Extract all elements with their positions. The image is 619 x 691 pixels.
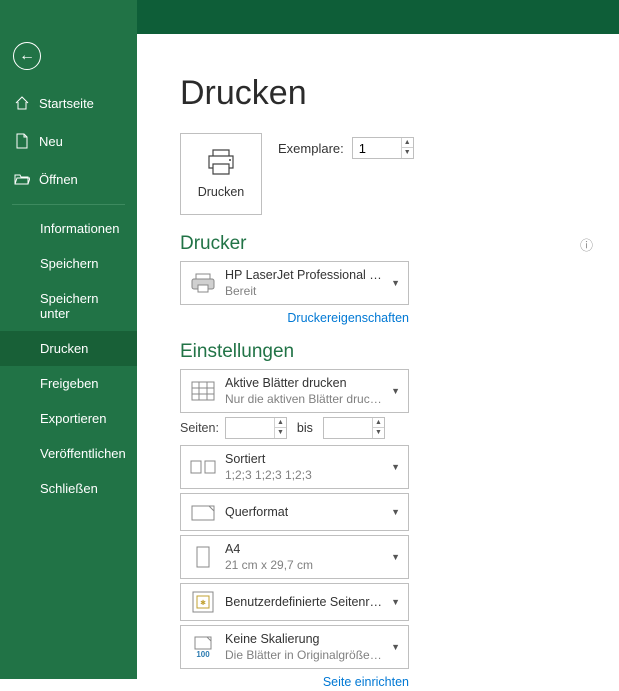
- orientation-selector[interactable]: Querformat ▼: [180, 493, 409, 531]
- spinner-down-icon[interactable]: ▼: [373, 428, 384, 438]
- nav-publish[interactable]: Veröffentlichen: [0, 436, 137, 471]
- printer-device-icon: [189, 271, 217, 295]
- chevron-down-icon: ▼: [391, 386, 400, 396]
- print-button-label: Drucken: [198, 185, 245, 199]
- chevron-down-icon: ▼: [391, 507, 400, 517]
- nav-label: Schließen: [40, 481, 98, 496]
- chevron-down-icon: ▼: [391, 597, 400, 607]
- copies-control: Exemplare: ▲ ▼: [278, 137, 414, 159]
- copies-label: Exemplare:: [278, 141, 344, 156]
- spinner-up-icon[interactable]: ▲: [402, 138, 413, 148]
- scaling-title: Keine Skalierung: [225, 632, 385, 646]
- svg-text:✱: ✱: [200, 599, 206, 607]
- nav-home[interactable]: Startseite: [0, 84, 137, 122]
- folder-open-icon: [13, 170, 31, 188]
- printer-status: Bereit: [225, 284, 385, 298]
- page-title: Drucken: [180, 74, 599, 113]
- scaling-badge: 100: [196, 650, 209, 659]
- chevron-down-icon: ▼: [391, 462, 400, 472]
- paper-title: A4: [225, 542, 385, 556]
- nav-label: Freigeben: [40, 376, 99, 391]
- pages-label: Seiten:: [180, 421, 219, 435]
- nav-list: Startseite Neu Öffnen Informationen Spei…: [0, 84, 137, 506]
- nav-open[interactable]: Öffnen: [0, 160, 137, 198]
- print-area-sub: Nur die aktiven Blätter druc…: [225, 392, 385, 406]
- settings-heading: Einstellungen: [180, 341, 599, 363]
- paper-sub: 21 cm x 29,7 cm: [225, 558, 385, 572]
- printer-properties-link[interactable]: Druckereigenschaften: [287, 311, 409, 325]
- scaling-selector[interactable]: 100 Keine Skalierung Die Blätter in Orig…: [180, 625, 409, 669]
- print-area-title: Aktive Blätter drucken: [225, 376, 385, 390]
- spinner-up-icon[interactable]: ▲: [275, 418, 286, 428]
- margins-icon: ✱: [189, 590, 217, 614]
- pages-to-spinner[interactable]: ▲ ▼: [323, 417, 385, 439]
- nav-label: Drucken: [40, 341, 88, 356]
- sheets-icon: [189, 379, 217, 403]
- nav-label: Öffnen: [39, 172, 78, 187]
- nav-info[interactable]: Informationen: [0, 211, 137, 246]
- print-area-selector[interactable]: Aktive Blätter drucken Nur die aktiven B…: [180, 369, 409, 413]
- pages-range: Seiten: ▲ ▼ bis ▲ ▼: [180, 417, 409, 439]
- chevron-down-icon: ▼: [391, 642, 400, 652]
- nav-label: Veröffentlichen: [40, 446, 126, 461]
- page-icon: [189, 545, 217, 569]
- printer-icon: [205, 149, 237, 175]
- scaling-icon: 100: [189, 635, 217, 659]
- nav-export[interactable]: Exportieren: [0, 401, 137, 436]
- sidebar: ← Startseite Neu Öffnen Informationen Sp…: [0, 0, 137, 679]
- margins-selector[interactable]: ✱ Benutzerdefinierte Seitenrän… ▼: [180, 583, 409, 621]
- nav-close[interactable]: Schließen: [0, 471, 137, 506]
- scaling-sub: Die Blätter in Originalgröße…: [225, 648, 385, 662]
- nav-save[interactable]: Speichern: [0, 246, 137, 281]
- home-icon: [13, 94, 31, 112]
- orientation-title: Querformat: [225, 505, 288, 519]
- nav-divider: [12, 204, 125, 205]
- nav-label: Exportieren: [40, 411, 106, 426]
- spinner-up-icon[interactable]: ▲: [373, 418, 384, 428]
- nav-label: Speichern: [40, 256, 99, 271]
- printer-heading: Drucker: [180, 233, 247, 255]
- info-icon[interactable]: ⓘ: [580, 235, 593, 254]
- nav-print[interactable]: Drucken: [0, 331, 137, 366]
- collation-title: Sortiert: [225, 452, 385, 466]
- nav-save-as[interactable]: Speichern unter: [0, 281, 137, 331]
- copies-input[interactable]: [353, 138, 401, 158]
- nav-label: Informationen: [40, 221, 120, 236]
- nav-share[interactable]: Freigeben: [0, 366, 137, 401]
- landscape-icon: [189, 500, 217, 524]
- spinner-down-icon[interactable]: ▼: [402, 148, 413, 158]
- document-icon: [13, 132, 31, 150]
- paper-size-selector[interactable]: A4 21 cm x 29,7 cm ▼: [180, 535, 409, 579]
- main-panel: Drucken Drucken Exemplare: ▲ ▼ Drucker ⓘ: [137, 34, 619, 679]
- printer-selector[interactable]: HP LaserJet Professional C… Bereit ▼: [180, 261, 409, 305]
- printer-name: HP LaserJet Professional C…: [225, 268, 385, 282]
- pages-to-label: bis: [297, 421, 313, 435]
- pages-from-input[interactable]: [226, 418, 274, 438]
- nav-label: Neu: [39, 134, 63, 149]
- collation-selector[interactable]: Sortiert 1;2;3 1;2;3 1;2;3 ▼: [180, 445, 409, 489]
- pages-from-spinner[interactable]: ▲ ▼: [225, 417, 287, 439]
- copies-spinner[interactable]: ▲ ▼: [352, 137, 414, 159]
- nav-label: Startseite: [39, 96, 94, 111]
- print-action-row: Drucken Exemplare: ▲ ▼: [180, 133, 599, 215]
- collation-sub: 1;2;3 1;2;3 1;2;3: [225, 468, 385, 482]
- back-arrow-icon: ←: [19, 47, 35, 65]
- pages-to-input[interactable]: [324, 418, 372, 438]
- print-button[interactable]: Drucken: [180, 133, 262, 215]
- nav-label: Speichern unter: [40, 291, 124, 321]
- nav-new[interactable]: Neu: [0, 122, 137, 160]
- chevron-down-icon: ▼: [391, 278, 400, 288]
- chevron-down-icon: ▼: [391, 552, 400, 562]
- margins-title: Benutzerdefinierte Seitenrän…: [225, 595, 385, 609]
- page-setup-link[interactable]: Seite einrichten: [323, 675, 409, 689]
- collated-icon: [189, 455, 217, 479]
- back-button[interactable]: ←: [13, 42, 41, 70]
- spinner-down-icon[interactable]: ▼: [275, 428, 286, 438]
